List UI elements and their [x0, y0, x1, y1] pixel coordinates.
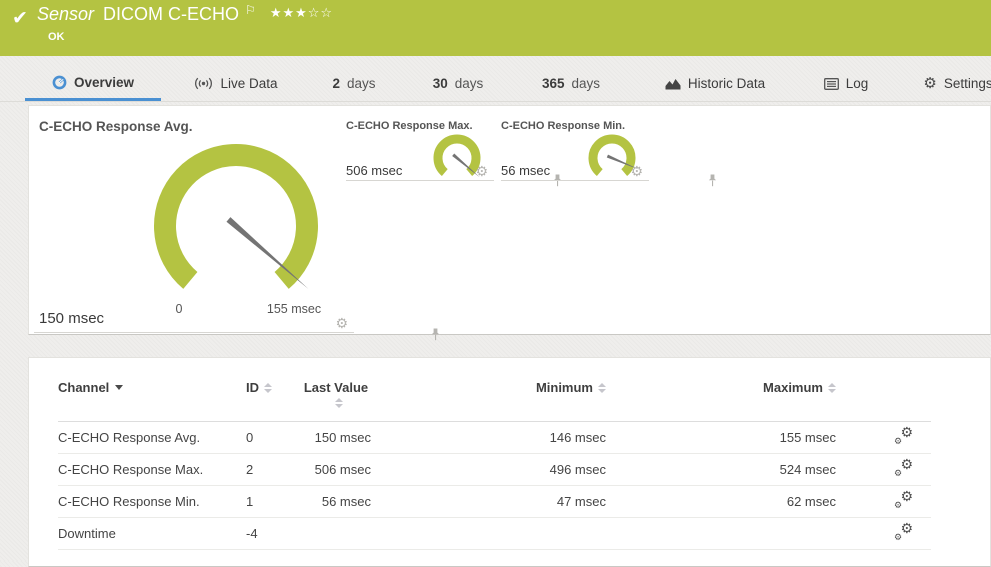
tab-2-days-number: 2: [332, 76, 340, 91]
tab-live-data[interactable]: Live Data: [180, 66, 292, 101]
gauge-current-value: 56 msec: [501, 163, 550, 178]
sensor-status-banner: ✔ Sensor DICOM C-ECHO ⚐ ★★★☆☆ OK: [0, 0, 991, 56]
tile-divider: [34, 332, 354, 333]
gear-icon: ⚙: [923, 76, 936, 91]
channel-maximum-cell: 62 msec: [606, 486, 836, 518]
column-header-label: Channel: [58, 380, 109, 395]
gauge-tile-response-avg: C-ECHO Response Avg. 0 155 msec 150 msec…: [34, 114, 354, 333]
gauge-icon: [52, 75, 67, 90]
gauge-current-value: 150 msec: [39, 310, 104, 327]
priority-stars[interactable]: ★★★☆☆: [270, 5, 333, 20]
channel-maximum-cell: 155 msec: [606, 422, 836, 454]
tab-30-days-label: days: [455, 76, 484, 91]
channels-table: Channel ID Last Value Minimum Maximum: [58, 380, 931, 550]
tab-settings[interactable]: ⚙ Settings: [916, 66, 991, 101]
tab-30-days[interactable]: 30 days: [418, 66, 498, 101]
channel-minimum-cell: [371, 518, 606, 550]
sort-icon: [264, 383, 272, 393]
channel-settings-icon[interactable]: ⚙⚙: [894, 460, 913, 477]
status-badge: OK: [48, 31, 65, 43]
table-row[interactable]: C-ECHO Response Max. 2 506 msec 496 msec…: [58, 454, 931, 486]
gauge-settings-gear-icon[interactable]: ⚙: [335, 316, 348, 330]
column-header-minimum[interactable]: Minimum: [371, 380, 606, 422]
gauge-current-value: 506 msec: [346, 163, 402, 178]
tab-overview-label: Overview: [74, 75, 134, 90]
column-header-last-value[interactable]: Last Value: [301, 380, 371, 422]
column-header-label: Maximum: [763, 380, 823, 395]
sort-icon: [828, 383, 836, 393]
tab-30-days-number: 30: [433, 76, 448, 91]
table-row[interactable]: Downtime -4 ⚙⚙: [58, 518, 931, 550]
table-row[interactable]: C-ECHO Response Avg. 0 150 msec 146 msec…: [58, 422, 931, 454]
status-check-icon: ✔: [12, 7, 28, 30]
sort-descending-icon: [115, 385, 123, 390]
tab-live-data-label: Live Data: [220, 76, 277, 91]
sensor-kind-label: Sensor: [37, 4, 94, 24]
tab-bar: Overview Live Data 2 days 30 days 365 da…: [0, 66, 991, 102]
gauge-scale-max: 155 msec: [249, 302, 339, 316]
channel-last-value-cell: 506 msec: [301, 454, 371, 486]
gauge-dial: [424, 130, 490, 190]
channel-last-value-cell: 56 msec: [301, 486, 371, 518]
gauge-settings-gear-icon[interactable]: ⚙: [475, 164, 488, 178]
channel-maximum-cell: [606, 518, 836, 550]
column-header-channel[interactable]: Channel: [58, 380, 246, 422]
channel-minimum-cell: 146 msec: [371, 422, 606, 454]
sensor-title: DICOM C-ECHO: [103, 4, 239, 24]
channel-settings-icon[interactable]: ⚙⚙: [894, 524, 913, 541]
column-header-id[interactable]: ID: [246, 380, 301, 422]
tab-365-days-label: days: [572, 76, 601, 91]
overview-gauges-panel: C-ECHO Response Avg. 0 155 msec 150 msec…: [28, 105, 991, 335]
column-header-label: ID: [246, 380, 259, 395]
column-header-maximum[interactable]: Maximum: [606, 380, 836, 422]
sort-icon: [598, 383, 606, 393]
channel-last-value-cell: 150 msec: [301, 422, 371, 454]
gauge-settings-gear-icon[interactable]: ⚙: [630, 164, 643, 178]
channel-minimum-cell: 496 msec: [371, 454, 606, 486]
area-chart-icon: [665, 77, 681, 90]
tab-2-days[interactable]: 2 days: [318, 66, 390, 101]
sort-icon: [335, 398, 343, 408]
pin-icon[interactable]: [708, 174, 717, 187]
channel-id-cell: 1: [246, 486, 301, 518]
channel-last-value-cell: [301, 518, 371, 550]
gauge-dial: [579, 130, 645, 190]
channel-minimum-cell: 47 msec: [371, 486, 606, 518]
tab-365-days-number: 365: [542, 76, 565, 91]
tab-settings-label: Settings: [944, 76, 991, 91]
table-header-row: Channel ID Last Value Minimum Maximum: [58, 380, 931, 422]
tab-365-days[interactable]: 365 days: [526, 66, 616, 101]
log-icon: [824, 78, 839, 90]
channel-maximum-cell: 524 msec: [606, 454, 836, 486]
pin-icon[interactable]: [431, 328, 440, 341]
tab-overview[interactable]: Overview: [25, 66, 161, 101]
tile-divider: [346, 180, 494, 181]
channel-name-cell: Downtime: [58, 518, 246, 550]
table-row[interactable]: C-ECHO Response Min. 1 56 msec 47 msec 6…: [58, 486, 931, 518]
channel-name-cell: C-ECHO Response Min.: [58, 486, 246, 518]
tile-divider: [501, 180, 649, 181]
channel-id-cell: 0: [246, 422, 301, 454]
channel-settings-icon[interactable]: ⚙⚙: [894, 492, 913, 509]
gauge-scale-min: 0: [169, 302, 189, 316]
column-header-label: Minimum: [536, 380, 593, 395]
channel-settings-icon[interactable]: ⚙⚙: [894, 428, 913, 445]
channel-name-cell: C-ECHO Response Avg.: [58, 422, 246, 454]
channel-id-cell: 2: [246, 454, 301, 486]
tab-log-label: Log: [846, 76, 869, 91]
gauge-tile-response-max: C-ECHO Response Max. 506 msec ⚙: [346, 120, 494, 181]
tab-historic-data[interactable]: Historic Data: [645, 66, 785, 101]
flag-icon[interactable]: ⚐: [245, 3, 256, 17]
tab-historic-data-label: Historic Data: [688, 76, 765, 91]
tab-log[interactable]: Log: [810, 66, 882, 101]
gauge-tile-response-min: C-ECHO Response Min. 56 msec ⚙: [501, 120, 649, 181]
column-header-actions: [836, 380, 931, 422]
channels-panel: Channel ID Last Value Minimum Maximum: [28, 357, 991, 567]
column-header-label: Last Value: [304, 380, 368, 395]
channel-id-cell: -4: [246, 518, 301, 550]
broadcast-icon: [194, 77, 213, 90]
channel-name-cell: C-ECHO Response Max.: [58, 454, 246, 486]
tab-2-days-label: days: [347, 76, 376, 91]
